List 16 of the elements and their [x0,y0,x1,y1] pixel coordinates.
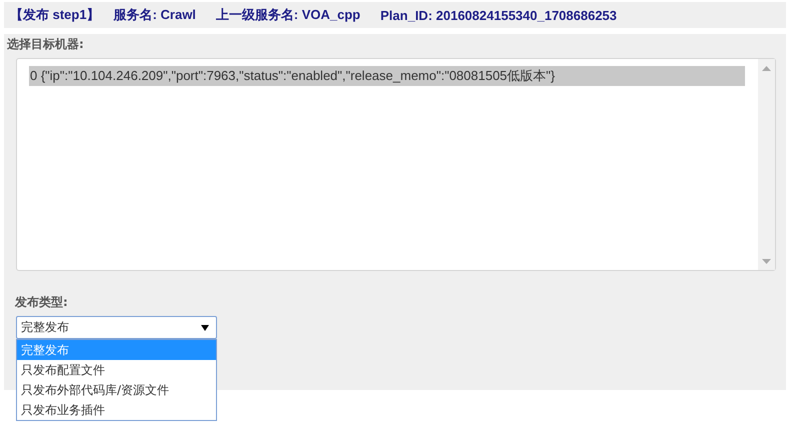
scroll-up-icon[interactable] [762,66,771,71]
dropdown-option[interactable]: 只发布配置文件 [17,360,216,380]
dropdown-option[interactable]: 只发布外部代码库/资源文件 [17,380,216,400]
dropdown-option[interactable]: 只发布业务插件 [17,400,216,420]
header-text: 【发布 step1】 [10,6,100,24]
dropdown-caret-icon [201,324,209,330]
header-text: 服务名: Crawl [114,6,196,24]
machine-option[interactable]: 0 {"ip":"10.104.246.209","port":7963,"status":"enabled","release_memo":"08081505低版本"} [29,66,745,86]
machine-listbox[interactable]: 0 {"ip":"10.104.246.209","port":7963,"status":"enabled","release_memo":"08081505低版本"} [16,58,776,271]
field-label: 选择目标机器: [6,36,85,53]
header-text: 上一级服务名: VOA_cpp [216,6,360,24]
release-type-select[interactable]: 完整发布 [16,316,217,339]
header-text: Plan_ID: 20160824155340_1708686253 [380,8,617,22]
scroll-down-icon[interactable] [762,259,771,264]
scrollbar[interactable] [758,59,775,270]
field-label: 发布类型: [14,294,69,311]
